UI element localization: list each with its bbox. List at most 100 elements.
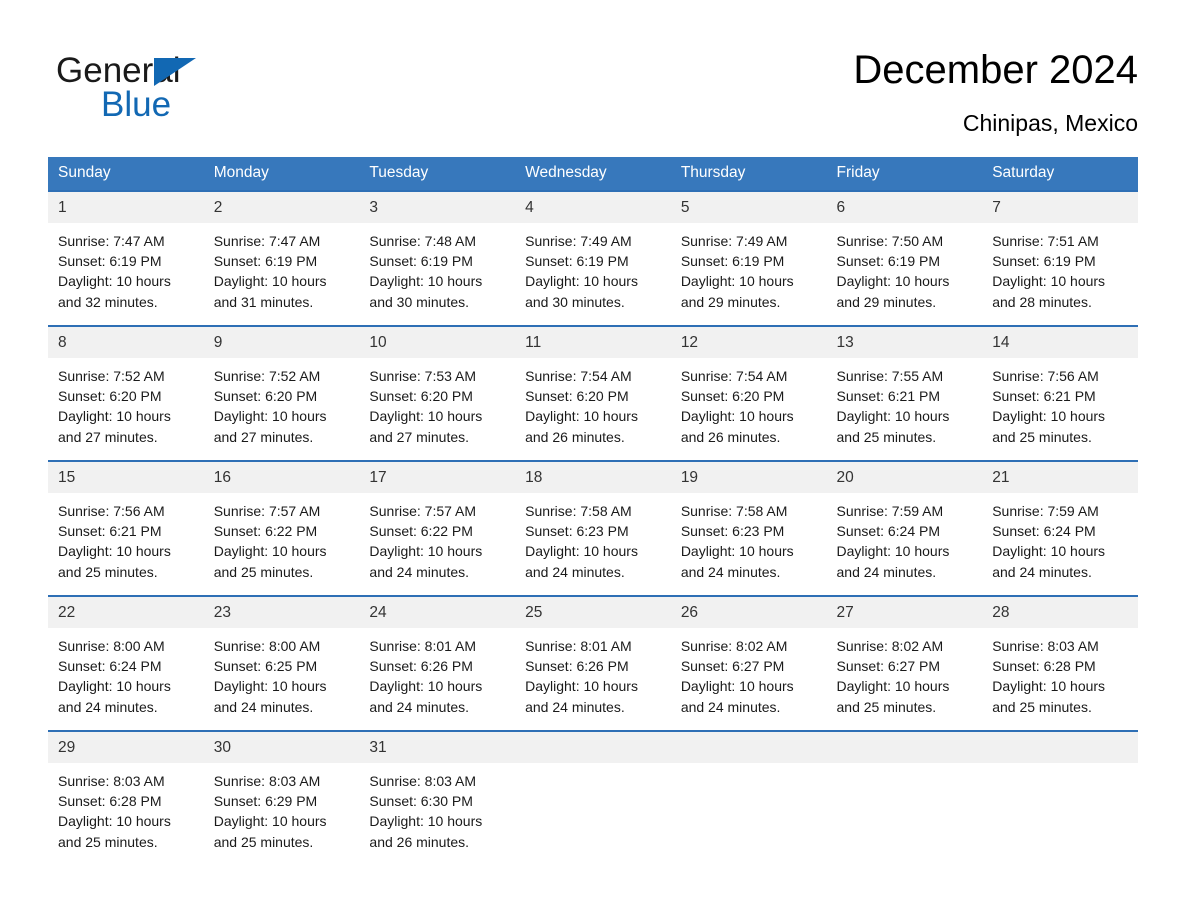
daylight-text: and 25 minutes. (992, 428, 1092, 445)
sunrise-text: Sunrise: 8:01 AM (369, 638, 477, 654)
sunrise-text: Sunrise: 8:03 AM (369, 773, 477, 789)
day-details: Sunrise: 8:03 AM Sunset: 6:29 PM Daylight:… (204, 763, 360, 852)
daylight-text: and 24 minutes. (680, 698, 781, 715)
calendar-day-cell[interactable]: 1 Sunrise: 7:47 AM Sunset: 6:19 PM Daylight… (48, 190, 204, 326)
daylight-text: and 30 minutes. (525, 293, 625, 310)
day-cell-inner: 12 Sunrise: 7:54 AM Sunset: 6:20 PM Dayligh… (670, 327, 827, 447)
calendar-day-cell[interactable]: 15 Sunrise: 7:56 AM Sunset: 6:21 PM Dayligh… (48, 460, 204, 596)
day-details: Sunrise: 7:50 AM Sunset: 6:19 PM Daylight:… (827, 223, 983, 312)
day-details: Sunrise: 8:02 AM Sunset: 6:27 PM Daylight:… (827, 628, 983, 717)
calendar-day-cell[interactable]: 10 Sunrise: 7:53 AM Sunset: 6:20 PM Dayligh… (359, 325, 516, 461)
calendar-day-cell[interactable]: 3 Sunrise: 7:48 AM Sunset: 6:19 PM Daylight… (359, 190, 516, 326)
daylight-text: Daylight: 10 hours (58, 273, 171, 290)
sunset-text: Sunset: 6:20 PM (213, 388, 318, 405)
sunset-text: Sunset: 6:19 PM (369, 253, 473, 270)
day-cell-inner: 17 Sunrise: 7:57 AM Sunset: 6:22 PM Dayligh… (359, 462, 516, 582)
sunrise-text: Sunrise: 7:50 AM (836, 233, 944, 249)
day-details: Sunrise: 7:52 AM Sunset: 6:20 PM Daylight:… (48, 358, 204, 447)
calendar-day-cell[interactable]: 9 Sunrise: 7:52 AM Sunset: 6:20 PM Daylight… (203, 325, 360, 461)
weekday-header-wednesday: Wednesday (515, 157, 671, 191)
calendar-day-cell[interactable]: 28 Sunrise: 8:03 AM Sunset: 6:28 PM Dayligh… (982, 595, 1138, 731)
sunset-text: Sunset: 6:19 PM (836, 253, 941, 270)
daylight-text: and 30 minutes. (369, 293, 470, 310)
calendar-day-cell[interactable]: 2 Sunrise: 7:47 AM Sunset: 6:19 PM Daylight… (203, 190, 360, 326)
day-number (982, 732, 1138, 763)
calendar-day-cell[interactable]: 12 Sunrise: 7:54 AM Sunset: 6:20 PM Dayligh… (670, 325, 827, 461)
day-cell-inner: 2 Sunrise: 7:47 AM Sunset: 6:19 PM Daylight… (203, 192, 360, 312)
daylight-text: and 25 minutes. (992, 698, 1092, 715)
calendar-day-cell[interactable]: 16 Sunrise: 7:57 AM Sunset: 6:22 PM Dayligh… (203, 460, 360, 596)
calendar-day-cell[interactable]: 17 Sunrise: 7:57 AM Sunset: 6:22 PM Dayligh… (359, 460, 516, 596)
day-details: Sunrise: 7:59 AM Sunset: 6:24 PM Daylight:… (982, 493, 1138, 582)
calendar-day-cell[interactable]: 27 Sunrise: 8:02 AM Sunset: 6:27 PM Dayligh… (826, 595, 983, 731)
sunrise-text: Sunrise: 7:58 AM (525, 503, 632, 519)
daylight-text: and 25 minutes. (213, 563, 314, 580)
day-number: 16 (203, 462, 360, 493)
day-details: Sunrise: 8:02 AM Sunset: 6:27 PM Daylight:… (671, 628, 827, 717)
daylight-text: Daylight: 10 hours (213, 543, 327, 560)
calendar-day-cell[interactable]: 11 Sunrise: 7:54 AM Sunset: 6:20 PM Dayligh… (515, 325, 671, 461)
day-details: Sunrise: 8:01 AM Sunset: 6:26 PM Daylight:… (515, 628, 671, 717)
calendar-day-cell[interactable]: 30 Sunrise: 8:03 AM Sunset: 6:29 PM Dayligh… (203, 730, 360, 852)
daylight-text: and 25 minutes. (836, 428, 937, 445)
calendar-day-cell[interactable]: 7 Sunrise: 7:51 AM Sunset: 6:19 PM Daylight… (982, 190, 1138, 326)
day-number (670, 732, 827, 763)
calendar-day-cell[interactable]: 21 Sunrise: 7:59 AM Sunset: 6:24 PM Dayligh… (982, 460, 1138, 596)
calendar-table: Sunday Monday Tuesday Wednesday Thursday… (48, 157, 1138, 852)
daylight-text: Daylight: 10 hours (836, 408, 950, 425)
calendar-day-cell[interactable]: 22 Sunrise: 8:00 AM Sunset: 6:24 PM Dayligh… (48, 595, 204, 731)
calendar-day-cell[interactable]: 13 Sunrise: 7:55 AM Sunset: 6:21 PM Dayligh… (826, 325, 983, 461)
calendar-day-cell[interactable]: 26 Sunrise: 8:02 AM Sunset: 6:27 PM Dayligh… (670, 595, 827, 731)
day-details: Sunrise: 7:51 AM Sunset: 6:19 PM Daylight:… (982, 223, 1138, 312)
calendar-day-cell[interactable]: 29 Sunrise: 8:03 AM Sunset: 6:28 PM Dayligh… (48, 730, 204, 852)
daylight-text: and 24 minutes. (680, 563, 781, 580)
daylight-text: Daylight: 10 hours (525, 543, 638, 560)
day-details (982, 763, 1138, 771)
day-cell-inner (982, 732, 1138, 771)
sunset-text: Sunset: 6:22 PM (369, 523, 473, 540)
calendar-week-row: 15 Sunrise: 7:56 AM Sunset: 6:21 PM Dayligh… (48, 460, 1138, 596)
calendar-day-cell[interactable]: 25 Sunrise: 8:01 AM Sunset: 6:26 PM Dayligh… (515, 595, 671, 731)
day-number: 28 (982, 597, 1138, 628)
calendar-day-cell[interactable]: 4 Sunrise: 7:49 AM Sunset: 6:19 PM Daylight… (515, 190, 671, 326)
daylight-text: Daylight: 10 hours (680, 408, 794, 425)
calendar-day-cell[interactable]: 31 Sunrise: 8:03 AM Sunset: 6:30 PM Dayligh… (359, 730, 516, 852)
day-details: Sunrise: 7:54 AM Sunset: 6:20 PM Daylight:… (515, 358, 671, 447)
day-details (827, 763, 983, 771)
calendar-day-cell[interactable]: 18 Sunrise: 7:58 AM Sunset: 6:23 PM Dayligh… (515, 460, 671, 596)
daylight-text: and 29 minutes. (680, 293, 781, 310)
day-cell-inner: 27 Sunrise: 8:02 AM Sunset: 6:27 PM Dayligh… (826, 597, 983, 717)
day-details: Sunrise: 7:47 AM Sunset: 6:19 PM Daylight:… (48, 223, 204, 312)
sunset-text: Sunset: 6:25 PM (213, 658, 318, 675)
day-cell-inner: 18 Sunrise: 7:58 AM Sunset: 6:23 PM Dayligh… (515, 462, 671, 582)
day-details: Sunrise: 7:49 AM Sunset: 6:19 PM Daylight:… (671, 223, 827, 312)
calendar-day-cell[interactable]: 20 Sunrise: 7:59 AM Sunset: 6:24 PM Dayligh… (826, 460, 983, 596)
sunset-text: Sunset: 6:20 PM (58, 388, 162, 405)
calendar-day-cell[interactable]: 5 Sunrise: 7:49 AM Sunset: 6:19 PM Daylight… (670, 190, 827, 326)
daylight-text: and 26 minutes. (525, 428, 625, 445)
day-details: Sunrise: 7:47 AM Sunset: 6:19 PM Daylight:… (204, 223, 360, 312)
day-number: 2 (203, 192, 360, 223)
sunrise-text: Sunrise: 8:01 AM (525, 638, 632, 654)
calendar-day-cell[interactable]: 24 Sunrise: 8:01 AM Sunset: 6:26 PM Dayligh… (359, 595, 516, 731)
day-number (515, 732, 671, 763)
calendar-day-cell[interactable]: 14 Sunrise: 7:56 AM Sunset: 6:21 PM Dayligh… (982, 325, 1138, 461)
day-number (826, 732, 983, 763)
sunset-text: Sunset: 6:22 PM (213, 523, 318, 540)
daylight-text: Daylight: 10 hours (213, 408, 327, 425)
sunrise-text: Sunrise: 7:54 AM (525, 368, 632, 384)
calendar-day-cell[interactable]: 19 Sunrise: 7:58 AM Sunset: 6:23 PM Dayligh… (670, 460, 827, 596)
day-details: Sunrise: 7:49 AM Sunset: 6:19 PM Daylight:… (515, 223, 671, 312)
day-number: 25 (515, 597, 671, 628)
calendar-day-cell[interactable]: 23 Sunrise: 8:00 AM Sunset: 6:25 PM Dayligh… (203, 595, 360, 731)
calendar-day-cell[interactable]: 8 Sunrise: 7:52 AM Sunset: 6:20 PM Daylight… (48, 325, 204, 461)
day-details: Sunrise: 7:58 AM Sunset: 6:23 PM Daylight:… (515, 493, 671, 582)
daylight-text: Daylight: 10 hours (680, 273, 794, 290)
sunrise-text: Sunrise: 8:03 AM (213, 773, 321, 789)
calendar-day-cell[interactable]: 6 Sunrise: 7:50 AM Sunset: 6:19 PM Daylight… (826, 190, 983, 326)
daylight-text: Daylight: 10 hours (836, 678, 950, 695)
daylight-text: Daylight: 10 hours (369, 408, 483, 425)
weekday-header-friday: Friday (826, 157, 983, 191)
day-cell-inner: 5 Sunrise: 7:49 AM Sunset: 6:19 PM Daylight… (670, 192, 827, 312)
day-number: 3 (359, 192, 516, 223)
